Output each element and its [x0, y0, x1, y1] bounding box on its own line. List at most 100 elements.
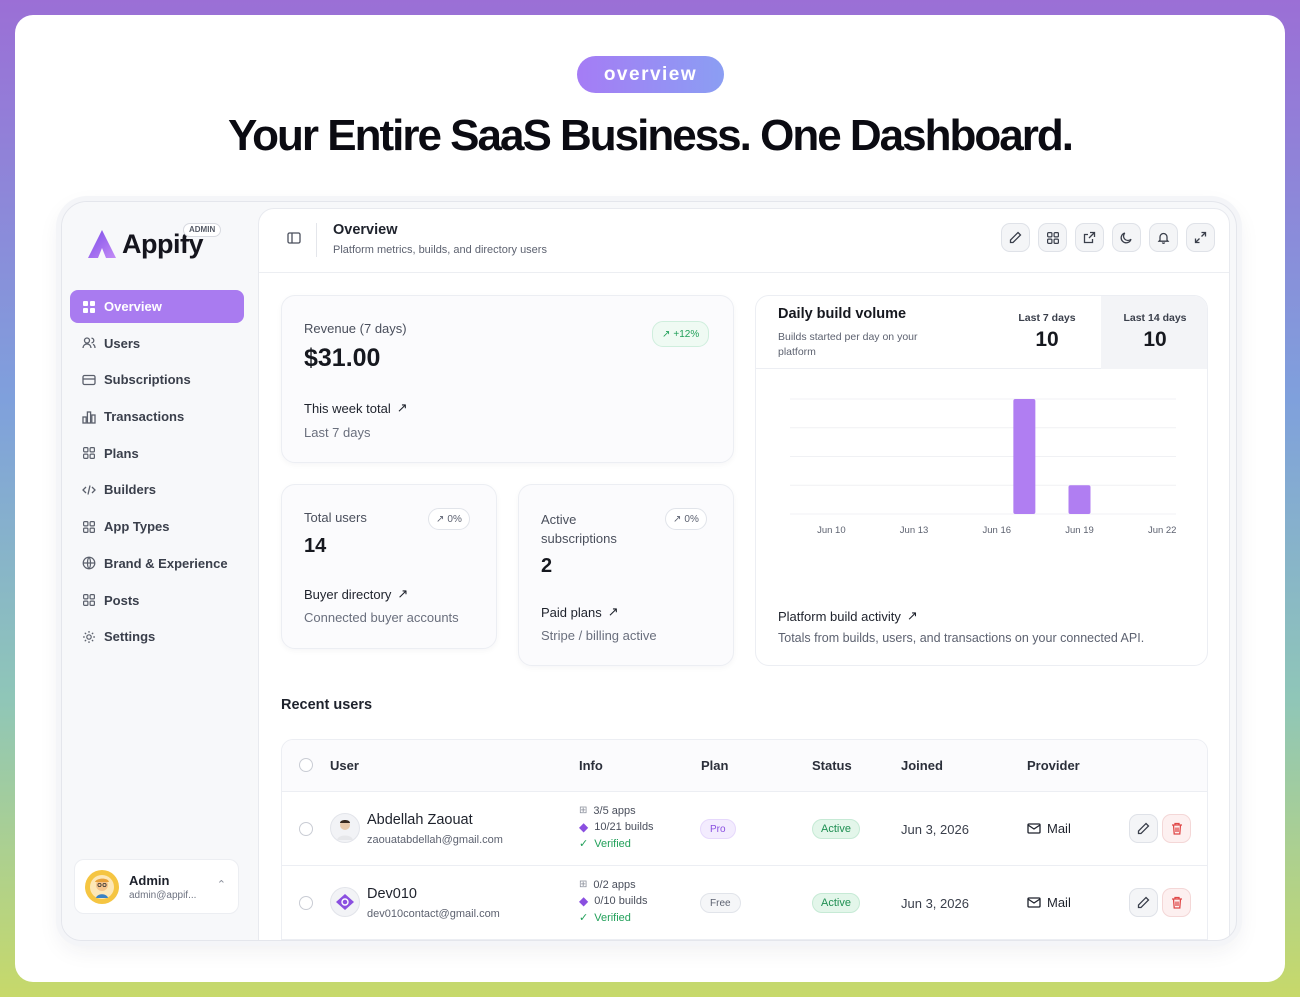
select-all-checkbox[interactable]: [299, 758, 313, 772]
sidebar-item-brand-experience[interactable]: Brand & Experience: [70, 547, 244, 580]
sidebar-item-transactions[interactable]: Transactions: [70, 400, 244, 433]
tab-label: Last 14 days: [1123, 312, 1187, 324]
trend-up-icon: ↗: [607, 604, 619, 619]
edit-button[interactable]: [1001, 223, 1030, 252]
revenue-foot-label: This week total: [304, 400, 391, 416]
topbar: Overview Platform metrics, builds, and d…: [259, 209, 1229, 273]
recent-users-title: Recent users: [281, 697, 373, 713]
edit-user-button[interactable]: [1129, 814, 1158, 843]
active-subscriptions-foot-label: Paid plans: [541, 604, 602, 620]
bar-chart-icon: [82, 410, 96, 424]
apps-button[interactable]: [1038, 223, 1067, 252]
sidebar-item-app-types[interactable]: App Types: [70, 510, 244, 543]
active-subscriptions-change-badge: ↗ 0%: [665, 508, 707, 530]
col-provider[interactable]: Provider: [1027, 758, 1080, 773]
fullscreen-button[interactable]: [1186, 223, 1215, 252]
expand-icon: [1194, 231, 1207, 244]
table-row[interactable]: Abdellah Zaouat zaouatabdellah@gmail.com…: [282, 792, 1207, 866]
theme-toggle-button[interactable]: [1112, 223, 1141, 252]
row-checkbox[interactable]: [299, 896, 313, 910]
chart-foot-label: Platform build activity: [778, 608, 901, 624]
user-name: Dev010: [367, 886, 417, 902]
check-circle-icon: ✓: [579, 911, 589, 924]
x-tick-label: Jun 10: [817, 525, 846, 536]
sidebar-item-settings[interactable]: Settings: [70, 620, 244, 653]
users-icon: [82, 336, 96, 350]
builds-count: 10/21 builds: [594, 821, 654, 834]
total-users-label: Total users: [304, 510, 367, 525]
row-checkbox[interactable]: [299, 822, 313, 836]
sidebar-item-plans[interactable]: Plans: [70, 437, 244, 470]
col-joined[interactable]: Joined: [901, 758, 943, 773]
builds-count: 0/10 builds: [594, 895, 648, 908]
open-external-button[interactable]: [1075, 223, 1104, 252]
revenue-foot: This week total ↗: [304, 400, 408, 416]
sidebar-item-builders[interactable]: Builders: [70, 473, 244, 506]
sidebar-item-label: Settings: [104, 629, 156, 645]
total-users-foot-sub: Connected buyer accounts: [304, 610, 459, 625]
sidebar-nav: Overview Users Subscriptions Transaction…: [70, 290, 244, 657]
edit-user-button[interactable]: [1129, 888, 1158, 917]
trend-up-icon: ↗: [662, 328, 671, 340]
chart-bar[interactable]: [1013, 399, 1036, 514]
avatar: [330, 887, 360, 917]
chart-bar[interactable]: [1068, 485, 1091, 514]
trend-up-icon: ↗: [436, 513, 445, 525]
chevron-up-down-icon: ⌃: [216, 879, 226, 891]
table-row[interactable]: Dev010 dev010contact@gmail.com ⊞ 0/2 apps…: [282, 866, 1207, 940]
tab-last-7-days[interactable]: Last 7 days 10: [993, 296, 1101, 369]
account-email: admin@appif...: [129, 889, 197, 901]
revenue-card: Revenue (7 days) ↗ +12% $31.00 This week …: [281, 295, 734, 463]
joined-date: Jun 3, 2026: [901, 896, 969, 911]
col-user[interactable]: User: [330, 758, 359, 773]
chart-title: Daily build volume: [778, 306, 907, 322]
account-switcher[interactable]: Admin admin@appif... ⌃: [74, 859, 239, 914]
admin-tag: ADMIN: [183, 223, 222, 237]
active-subscriptions-card: Active subscriptions ↗ 0% 2 Paid plans ↗ …: [518, 484, 734, 666]
divider: [316, 223, 317, 257]
col-info[interactable]: Info: [579, 758, 603, 773]
tab-value: 10: [1035, 328, 1059, 351]
sidebar-item-subscriptions[interactable]: Subscriptions: [70, 363, 244, 396]
trash-icon: [1171, 822, 1182, 835]
sidebar-item-posts[interactable]: Posts: [70, 584, 244, 617]
col-plan[interactable]: Plan: [701, 758, 728, 773]
code-icon: [82, 483, 96, 497]
sidebar-item-label: Users: [104, 335, 141, 351]
provider: Mail: [1027, 821, 1071, 836]
revenue-foot-sub: Last 7 days: [304, 425, 371, 440]
active-subscriptions-value: 2: [541, 555, 553, 577]
grid-icon: ⊞: [579, 805, 588, 816]
active-subscriptions-label: Active subscriptions: [541, 512, 617, 546]
sidebar-item-label: Builders: [104, 482, 157, 498]
page-title: Overview: [333, 222, 398, 238]
user-info: ⊞ 3/5 apps ◆ 10/21 builds ✓ Verified: [579, 803, 654, 852]
tab-last-14-days[interactable]: Last 14 days 10: [1101, 296, 1207, 369]
trash-icon: [1171, 896, 1182, 909]
col-status[interactable]: Status: [812, 758, 852, 773]
delete-user-button[interactable]: [1162, 814, 1191, 843]
sidebar-item-overview[interactable]: Overview: [70, 290, 244, 323]
joined-date: Jun 3, 2026: [901, 822, 969, 837]
pencil-icon: [1009, 231, 1022, 244]
moon-icon: [1120, 232, 1132, 244]
pencil-icon: [1137, 822, 1150, 835]
notifications-button[interactable]: [1149, 223, 1178, 252]
mail-icon: [1027, 897, 1041, 908]
total-users-value: 14: [304, 535, 327, 557]
revenue-label: Revenue (7 days): [304, 321, 407, 336]
gear-icon: [82, 630, 96, 644]
provider-label: Mail: [1047, 895, 1071, 910]
sidebar-toggle-icon[interactable]: [287, 231, 301, 245]
trend-up-icon: ↗: [397, 586, 409, 601]
revenue-value: $31.00: [304, 344, 381, 372]
delete-user-button[interactable]: [1162, 888, 1191, 917]
tab-label: Last 7 days: [1018, 312, 1076, 324]
sidebar-item-label: Posts: [104, 592, 140, 608]
toolbar: [1001, 223, 1215, 252]
sidebar-item-users[interactable]: Users: [70, 327, 244, 360]
total-users-foot: Buyer directory ↗: [304, 586, 408, 602]
table-header: User Info Plan Status Joined Provider: [282, 740, 1207, 792]
bell-icon: [1157, 232, 1170, 244]
globe-icon: [82, 556, 96, 570]
